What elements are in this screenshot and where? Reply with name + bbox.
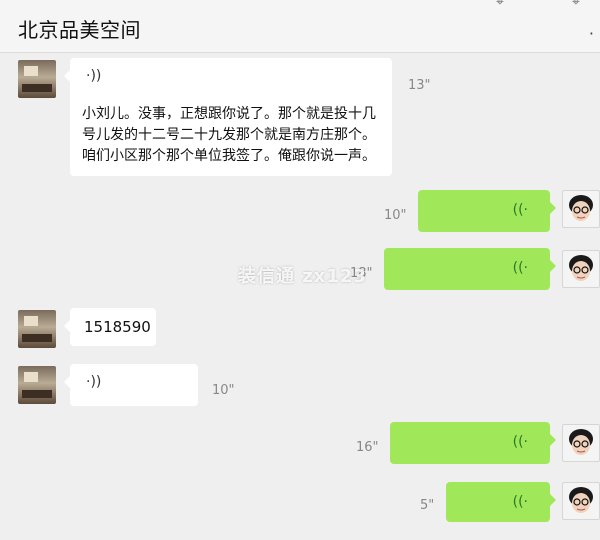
voice-message-bubble[interactable]: ((· (418, 190, 556, 232)
voice-wave-icon: ((· (512, 260, 528, 276)
voice-wave-icon: ((· (512, 494, 528, 510)
chat-header: 北京品美空间 ⌖ ⌖ · (0, 0, 600, 53)
voice-duration: 16" (356, 440, 379, 455)
voice-wave-icon: ·)) (86, 374, 102, 390)
avatar[interactable] (18, 310, 56, 348)
voice-message-bubble[interactable]: ((· (384, 248, 556, 290)
avatar[interactable] (562, 250, 600, 288)
text-message-bubble[interactable]: 1518590 (64, 308, 156, 346)
voice-wave-icon: ((· (512, 434, 528, 450)
voice-duration: 13" (408, 78, 431, 93)
voice-message-bubble[interactable]: ((· (390, 422, 556, 464)
close-icon[interactable]: ⌖ (572, 0, 580, 10)
voice-duration: 10" (384, 208, 407, 223)
voice-message-bubble[interactable]: ·)) 小刘儿。没事，正想跟你说了。那个就是投十几号儿发的十二号二十九发那个就是… (64, 58, 392, 176)
chat-title: 北京品美空间 (18, 18, 141, 42)
avatar[interactable] (18, 366, 56, 404)
avatar[interactable] (562, 424, 600, 462)
avatar[interactable] (562, 482, 600, 520)
voice-message-bubble[interactable]: ((· (446, 482, 556, 522)
voice-message-bubble[interactable]: ·)) (64, 364, 198, 406)
pin-icon[interactable]: ⌖ (496, 0, 504, 10)
avatar[interactable] (562, 190, 600, 228)
watermark: 装信通 zx123 (238, 266, 367, 287)
message-text: 1518590 (84, 318, 151, 336)
more-icon[interactable]: · (589, 24, 594, 43)
voice-duration: 10" (212, 383, 235, 398)
voice-duration: 5" (420, 498, 435, 513)
voice-wave-icon: ·)) (86, 68, 102, 84)
voice-wave-icon: ((· (512, 202, 528, 218)
avatar[interactable] (18, 60, 56, 98)
voice-transcript: 小刘儿。没事，正想跟你说了。那个就是投十几号儿发的十二号二十九发那个就是南方庄那… (82, 106, 376, 164)
